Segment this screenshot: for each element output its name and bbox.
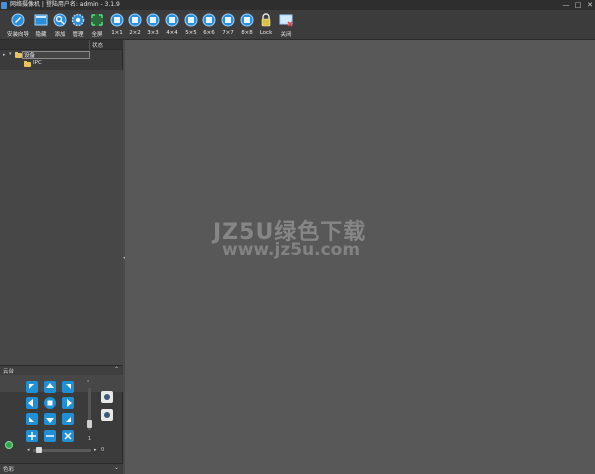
wizard-icon (11, 13, 25, 27)
preset-add-button[interactable] (5, 441, 13, 449)
tree-label-device: 设备 (24, 53, 36, 59)
zoom-in-camera-icon[interactable] (101, 391, 113, 403)
layout-8x8-button[interactable]: 8×8 (238, 12, 256, 40)
manage-label: 管理 (72, 32, 84, 38)
folder-icon (15, 52, 22, 58)
status-column-header[interactable]: 状态 (92, 41, 103, 49)
layout-5x5-label: 5×5 (185, 30, 197, 36)
hide-label: 隐藏 (35, 32, 47, 38)
tree-row-device-root[interactable]: ▸ ▾ 设备 (0, 51, 123, 59)
zoom-slider-knob[interactable] (36, 447, 42, 453)
layout-6x6-label: 6×6 (203, 30, 215, 36)
fullscreen-icon (90, 13, 104, 27)
chevron-up-icon[interactable]: ⌃ (114, 366, 119, 373)
ptz-header[interactable]: 云台 ⌃ (0, 365, 123, 375)
add-label: 添加 (54, 32, 66, 38)
layout-4x4-button[interactable]: 4×4 (163, 12, 181, 40)
layout-7x7-label: 7×7 (222, 30, 234, 36)
toolbar: 安装向导 隐藏 添加 管理 全屏 1×1 2×2 3×3 4×4 5×5 6×6… (0, 10, 595, 40)
expand-arrow-icon[interactable]: ▸ (3, 52, 6, 58)
layout-8x8-label: 8×8 (241, 30, 253, 36)
layout-7x7-button[interactable]: 7×7 (219, 12, 237, 40)
ptz-stop-button[interactable] (44, 397, 56, 409)
close-screen-label: 关闭 (280, 32, 292, 38)
add-button[interactable]: 添加 (51, 12, 69, 40)
layout-3x3-button[interactable]: 3×3 (144, 12, 162, 40)
color-title: 色彩 (3, 467, 15, 473)
tree-row-ipc[interactable]: IPC (0, 60, 123, 68)
column-separator[interactable] (89, 40, 90, 50)
speed-slider-knob[interactable] (87, 420, 92, 428)
layout-4x4-label: 4×4 (166, 30, 178, 36)
folder-icon (24, 61, 31, 67)
ptz-down-button[interactable] (44, 413, 56, 425)
layout-icon (184, 13, 198, 27)
layout-3x3-label: 3×3 (147, 30, 159, 36)
layout-1x1-button[interactable]: 1×1 (108, 12, 126, 40)
hide-icon (34, 13, 48, 27)
app-icon (1, 1, 7, 9)
watermark-url: www.jz5u.com (222, 240, 361, 260)
device-tree-header: 状态 (0, 40, 123, 50)
focus-near-button[interactable] (26, 430, 38, 442)
layout-2x2-button[interactable]: 2×2 (126, 12, 144, 40)
manage-icon (71, 13, 85, 27)
lock-button[interactable]: Lock (257, 12, 275, 40)
layout-icon (146, 13, 160, 27)
title-bar: 网络摄像机 | 登陆用户名: admin - 3.1.9 — □ ✕ (0, 0, 595, 10)
window-title: 网络摄像机 | 登陆用户名: admin - 3.1.9 (10, 1, 120, 8)
lock-label: Lock (259, 30, 273, 36)
ptz-down-left-button[interactable] (26, 413, 38, 425)
layout-5x5-button[interactable]: 5×5 (182, 12, 200, 40)
fullscreen-button[interactable]: 全屏 (88, 12, 106, 40)
color-header[interactable]: 色彩 ⌄ (0, 463, 123, 474)
ptz-right-button[interactable] (62, 397, 74, 409)
ptz-down-right-button[interactable] (62, 413, 74, 425)
manage-button[interactable]: 管理 (69, 12, 87, 40)
zoom-left-arrow-icon[interactable]: ◂ (27, 447, 30, 453)
add-icon (53, 13, 67, 27)
focus-far-button[interactable] (44, 430, 56, 442)
layout-icon (128, 13, 142, 27)
fullscreen-label: 全屏 (91, 32, 103, 38)
lock-icon (259, 13, 273, 27)
wizard-button[interactable]: 安装向导 (4, 12, 32, 40)
layout-6x6-button[interactable]: 6×6 (200, 12, 218, 40)
ptz-up-button[interactable] (44, 381, 56, 393)
layout-1x1-label: 1×1 (111, 30, 123, 36)
chevron-down-icon[interactable]: ⌄ (114, 464, 119, 471)
close-window-button[interactable]: ✕ (585, 0, 595, 10)
wizard-label: 安装向导 (6, 32, 29, 38)
maximize-button[interactable]: □ (573, 0, 583, 10)
layout-icon (110, 13, 124, 27)
device-tree-area (0, 70, 123, 392)
auto-scan-button[interactable] (62, 430, 74, 442)
layout-icon (202, 13, 216, 27)
hide-button[interactable]: 隐藏 (32, 12, 50, 40)
zoom-value: 0 (101, 447, 105, 453)
layout-icon (165, 13, 179, 27)
close-screen-icon (279, 13, 293, 27)
zoom-out-camera-icon[interactable] (101, 409, 113, 421)
speed-up-icon[interactable]: ⌃ (86, 380, 90, 386)
zoom-right-arrow-icon[interactable]: ▸ (94, 447, 97, 453)
layout-icon (240, 13, 254, 27)
ptz-up-left-button[interactable] (26, 381, 38, 393)
ptz-left-button[interactable] (26, 397, 38, 409)
close-screen-button[interactable]: 关闭 (277, 12, 295, 40)
speed-value: 1 (88, 436, 92, 442)
tree-label-ipc: IPC (33, 60, 42, 66)
tree-toggle-icon[interactable]: ▾ (9, 51, 12, 57)
minimize-button[interactable]: — (561, 0, 571, 10)
ptz-title: 云台 (3, 369, 15, 375)
layout-2x2-label: 2×2 (129, 30, 141, 36)
ptz-up-right-button[interactable] (62, 381, 74, 393)
layout-icon (221, 13, 235, 27)
